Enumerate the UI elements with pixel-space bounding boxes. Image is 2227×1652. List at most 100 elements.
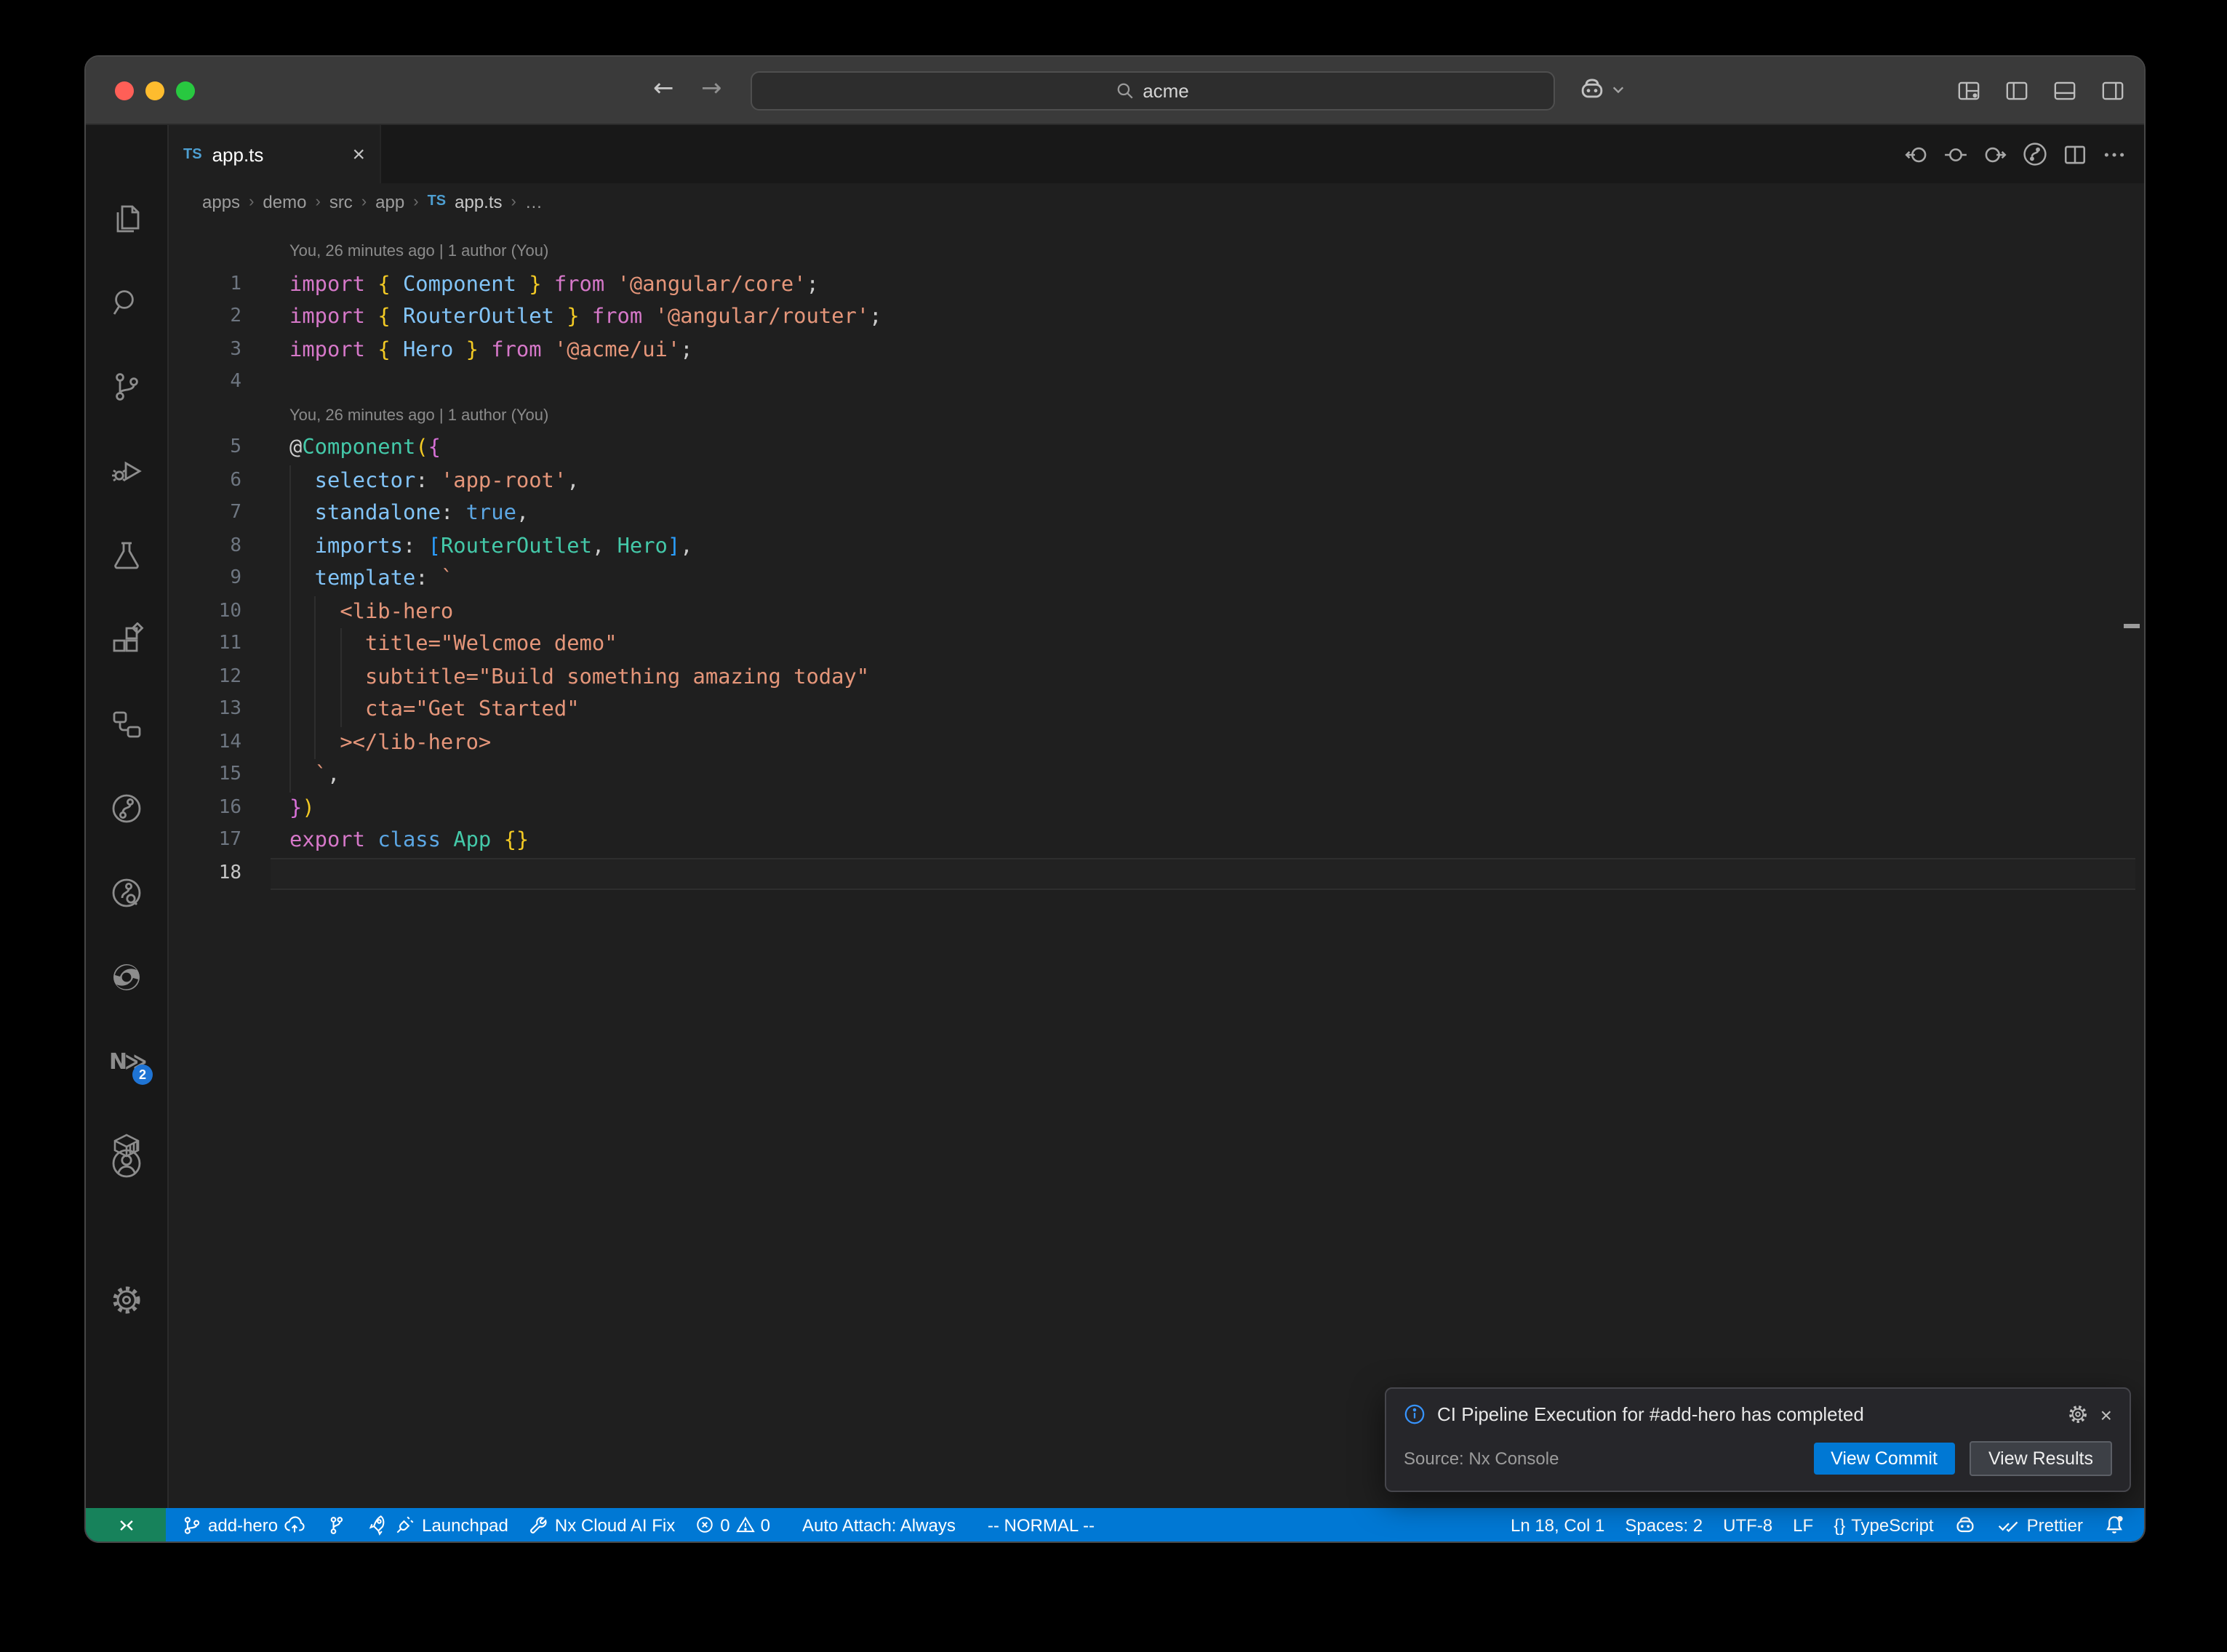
sidebar-item-console-swirl[interactable]	[109, 960, 144, 995]
problems-item[interactable]: 0 0	[685, 1508, 780, 1541]
code-row: 18	[169, 857, 2144, 890]
tab-bar: TS app.ts ×	[169, 125, 2144, 183]
remote-indicator[interactable]	[86, 1508, 166, 1541]
toast-title: CI Pipeline Execution for #add-hero has …	[1437, 1403, 2055, 1425]
launchpad-item[interactable]: Launchpad	[356, 1508, 519, 1541]
chevron-right-icon: ›	[413, 193, 418, 210]
code-row: 6 selector: 'app-root',	[169, 465, 2144, 497]
braces-icon: {}	[1834, 1515, 1845, 1535]
toast-source: Source: Nx Console	[1404, 1448, 1799, 1469]
sidebar-item-gitlens[interactable]	[109, 791, 144, 826]
code-row: 16})	[169, 792, 2144, 825]
tab-label: app.ts	[212, 143, 264, 165]
breadcrumb-item[interactable]: demo	[263, 191, 306, 212]
sidebar-item-search[interactable]	[109, 285, 144, 320]
error-count: 0	[720, 1515, 729, 1535]
commit-graph-icon	[326, 1515, 346, 1535]
traffic-close-button[interactable]	[115, 81, 134, 100]
traffic-minimize-button[interactable]	[145, 81, 164, 100]
encoding-item[interactable]: UTF-8	[1713, 1508, 1783, 1541]
chevron-right-icon: ›	[249, 193, 254, 210]
launchpad-label: Launchpad	[422, 1515, 508, 1535]
code-row: 15 `,	[169, 759, 2144, 792]
commit-graph-item[interactable]	[316, 1508, 356, 1541]
code-row: 1import { Component } from '@angular/cor…	[169, 268, 2144, 301]
toggle-secondary-sidebar-icon[interactable]	[2100, 79, 2125, 103]
error-icon	[695, 1515, 714, 1534]
chevron-down-icon	[1612, 83, 1625, 96]
toast-close-icon[interactable]: ×	[2100, 1404, 2112, 1424]
view-results-button[interactable]: View Results	[1970, 1441, 2112, 1476]
gitlens-commit-icon[interactable]	[1943, 142, 1968, 167]
sidebar-item-nx-console[interactable]: N≫ 2	[109, 1044, 144, 1079]
git-branch-item[interactable]: add-hero	[172, 1508, 316, 1541]
chevron-right-icon: ›	[315, 193, 320, 210]
sidebar-item-extensions[interactable]	[109, 622, 144, 657]
eol-item[interactable]: LF	[1783, 1508, 1823, 1541]
view-commit-button[interactable]: View Commit	[1813, 1443, 1955, 1475]
vim-mode-item[interactable]: -- NORMAL --	[977, 1508, 1105, 1541]
branch-name: add-hero	[208, 1515, 278, 1535]
chevron-right-icon: ›	[361, 193, 367, 210]
gitlens-back-icon[interactable]	[1904, 142, 1929, 167]
plug-icon	[394, 1514, 416, 1536]
vscode-window: ← → acme	[84, 55, 2146, 1543]
history-forward-button[interactable]: →	[701, 74, 722, 103]
settings-gear-icon[interactable]	[109, 1283, 144, 1318]
prettier-item[interactable]: Prettier	[1988, 1508, 2093, 1541]
sidebar-item-testing[interactable]	[109, 538, 144, 573]
breadcrumb-item[interactable]: apps	[202, 191, 240, 212]
notifications-bell-icon[interactable]	[2093, 1508, 2135, 1541]
gitlens-forward-icon[interactable]	[1983, 142, 2007, 167]
copilot-status-item[interactable]	[1944, 1508, 1988, 1541]
code-row: 12 subtitle="Build something amazing tod…	[169, 661, 2144, 694]
code-row: 11 title="Welcmoe demo"	[169, 628, 2144, 661]
screenshot-root: ← → acme	[0, 0, 2227, 1652]
commit-graph-icon[interactable]	[2022, 141, 2048, 167]
warning-count: 0	[761, 1515, 770, 1535]
search-value: acme	[1143, 80, 1189, 102]
more-actions-icon[interactable]	[2102, 142, 2127, 167]
tab-close-icon[interactable]: ×	[352, 143, 365, 165]
code-row: 14 ></lib-hero>	[169, 726, 2144, 759]
tab-app-ts[interactable]: TS app.ts ×	[169, 125, 381, 183]
auto-attach-item[interactable]: Auto Attach: Always	[792, 1508, 966, 1541]
sidebar-item-run-debug[interactable]	[109, 454, 144, 489]
sidebar-item-explorer[interactable]	[109, 201, 144, 236]
traffic-zoom-button[interactable]	[176, 81, 195, 100]
copilot-menu[interactable]	[1578, 76, 1625, 103]
command-center-search[interactable]: acme	[750, 71, 1554, 111]
toast-settings-gear-icon[interactable]	[2067, 1403, 2089, 1425]
sidebar-item-project-graph[interactable]	[109, 707, 144, 742]
rocket-icon	[367, 1514, 388, 1536]
wrench-icon	[529, 1515, 549, 1535]
split-editor-icon[interactable]	[2063, 142, 2087, 167]
breadcrumb-item[interactable]: app	[375, 191, 404, 212]
toggle-primary-sidebar-icon[interactable]	[2004, 79, 2029, 103]
cursor-position-item[interactable]: Ln 18, Col 1	[1500, 1508, 1615, 1541]
sidebar-item-account[interactable]	[109, 1146, 144, 1181]
code-row: 3import { Hero } from '@acme/ui';	[169, 334, 2144, 366]
breadcrumb-item[interactable]: src	[329, 191, 353, 212]
cloud-upload-icon	[284, 1514, 305, 1536]
sidebar-item-source-control[interactable]	[109, 369, 144, 404]
nx-cloud-fix-label: Nx Cloud AI Fix	[555, 1515, 675, 1535]
language-mode-item[interactable]: {} TypeScript	[1823, 1508, 1943, 1541]
typescript-file-icon: TS	[183, 146, 202, 162]
code-row: 10 <lib-hero	[169, 596, 2144, 628]
history-back-button[interactable]: ←	[653, 74, 674, 103]
blame-annotation: You, 26 minutes ago | 1 author (You)	[169, 236, 2144, 268]
copilot-icon	[1578, 76, 1606, 103]
blame-annotation: You, 26 minutes ago | 1 author (You)	[169, 399, 2144, 432]
code-editor[interactable]: You, 26 minutes ago | 1 author (You)1imp…	[169, 220, 2144, 1508]
indentation-item[interactable]: Spaces: 2	[1615, 1508, 1713, 1541]
breadcrumb-more[interactable]: …	[525, 191, 543, 212]
double-check-icon	[1998, 1515, 2021, 1534]
breadcrumb-file[interactable]: app.ts	[455, 191, 502, 212]
warning-icon	[736, 1515, 755, 1534]
toggle-panel-icon[interactable]	[2052, 79, 2077, 103]
customize-layout-icon[interactable]	[1956, 79, 1981, 103]
git-branch-icon	[182, 1515, 202, 1535]
nx-cloud-fix-item[interactable]: Nx Cloud AI Fix	[519, 1508, 685, 1541]
sidebar-item-gitlens-inspect[interactable]	[109, 875, 144, 910]
